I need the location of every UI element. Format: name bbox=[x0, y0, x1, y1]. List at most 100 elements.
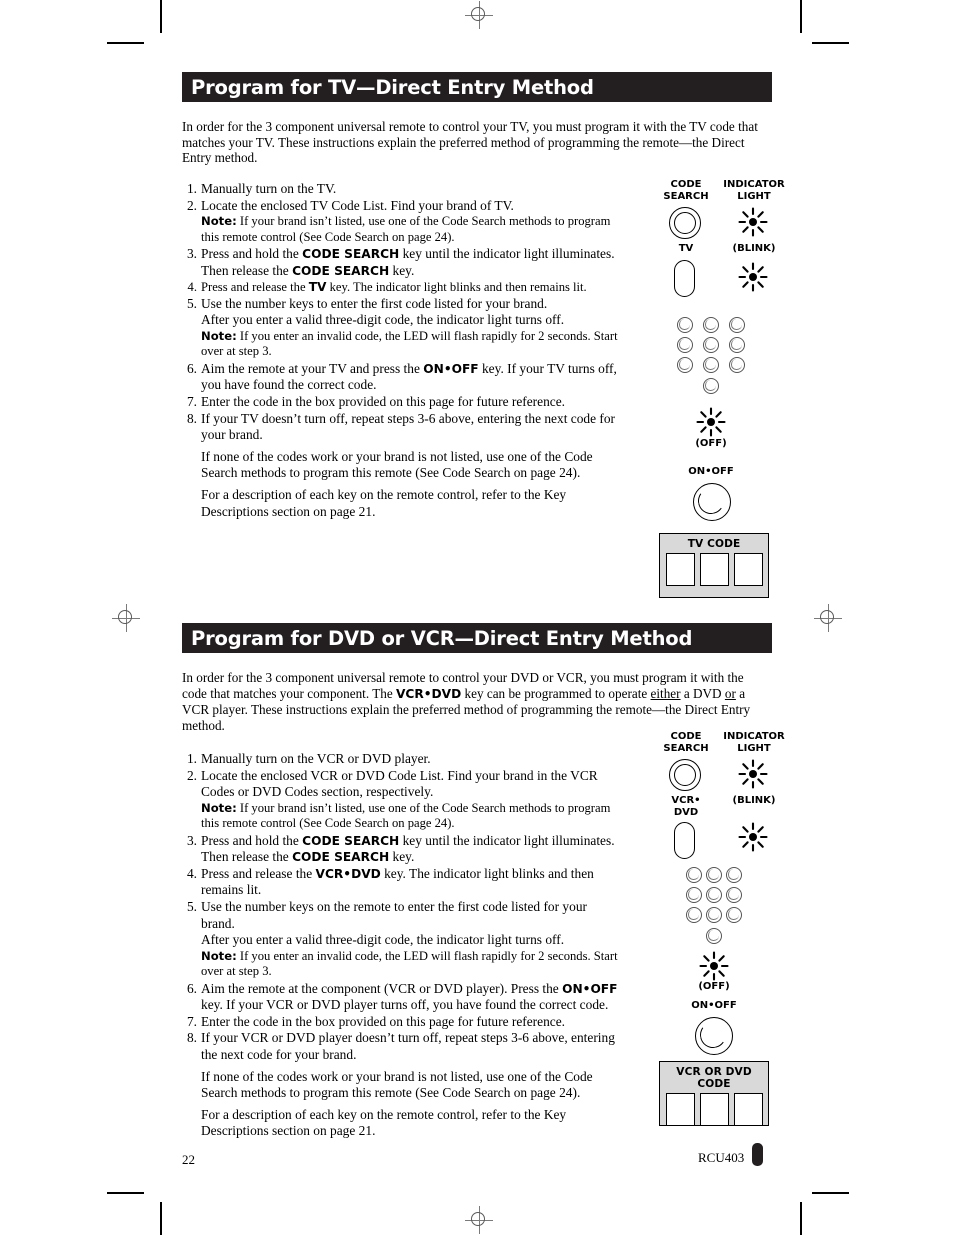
step-item: 5. Use the number keys on the remote to … bbox=[182, 899, 622, 932]
section-header-dvd: Program for DVD or VCR—Direct Entry Meth… bbox=[182, 623, 772, 653]
note-label: Note: bbox=[201, 948, 237, 963]
number-key-zero[interactable] bbox=[706, 928, 722, 944]
step-number: 4. bbox=[187, 280, 197, 295]
code-search-label: CODE SEARCH bbox=[663, 731, 709, 754]
model-number: RCU403 bbox=[698, 1150, 745, 1165]
step-note: Note: If you enter an invalid code, the … bbox=[182, 949, 622, 980]
key-name-vcr-dvd: VCR•DVD bbox=[315, 866, 381, 881]
off-label: (OFF) bbox=[695, 438, 727, 449]
code-digit-cell[interactable] bbox=[699, 1093, 729, 1126]
tv-key[interactable] bbox=[674, 260, 695, 297]
code-digit-cell[interactable] bbox=[665, 553, 695, 586]
step-text: If your TV doesn’t turn off, repeat step… bbox=[201, 410, 615, 443]
page-number: 22 bbox=[182, 1152, 195, 1167]
code-digit-cell[interactable] bbox=[733, 1093, 763, 1126]
number-key[interactable] bbox=[706, 867, 722, 883]
emphasis-either: either bbox=[650, 685, 681, 701]
on-off-key[interactable] bbox=[693, 483, 731, 521]
step-text: Press and release the TV key. The indica… bbox=[201, 280, 587, 295]
number-key[interactable] bbox=[686, 887, 702, 903]
step-item: 4. Press and release the VCR•DVD key. Th… bbox=[182, 866, 622, 899]
step-item: 5. Use the number keys to enter the firs… bbox=[182, 296, 622, 313]
step-item: 1. Manually turn on the TV. bbox=[182, 181, 622, 198]
step-item: 8. If your TV doesn’t turn off, repeat s… bbox=[182, 411, 622, 444]
device-key-label-tv: TV bbox=[678, 243, 694, 254]
off-label: (OFF) bbox=[698, 981, 730, 992]
tv-code-box: TV CODE bbox=[659, 533, 769, 598]
step-text: Press and release the VCR•DVD key. The i… bbox=[201, 865, 594, 898]
number-key[interactable] bbox=[726, 907, 742, 923]
step-text: Locate the enclosed TV Code List. Find y… bbox=[201, 197, 514, 213]
remote-diagram-dvd: CODE SEARCH INDICATOR LIGHT VCR• DVD (BLINK… bbox=[645, 727, 790, 1057]
number-key[interactable] bbox=[703, 357, 719, 373]
on-off-key[interactable] bbox=[695, 1017, 733, 1055]
step-text: Aim the remote at the component (VCR or … bbox=[201, 980, 618, 1013]
note-text: If your brand isn’t listed, use one of t… bbox=[201, 800, 611, 831]
tv-code-cells bbox=[660, 553, 768, 586]
number-key[interactable] bbox=[677, 357, 693, 373]
step-number: 8. bbox=[186, 1030, 197, 1046]
step-text: Enter the code in the box provided on th… bbox=[201, 1013, 566, 1029]
number-key-zero[interactable] bbox=[703, 378, 719, 394]
code-digit-cell[interactable] bbox=[665, 1093, 695, 1126]
intro-paragraph-tv: In order for the 3 component universal r… bbox=[182, 119, 758, 166]
step-note: Note: If you enter an invalid code, the … bbox=[182, 329, 622, 360]
section-header-tv-label: Program for TV—Direct Entry Method bbox=[191, 75, 594, 99]
indicator-light-icon bbox=[738, 759, 768, 789]
step-text: Use the number keys to enter the first c… bbox=[201, 295, 548, 311]
blink-label: (BLINK) bbox=[732, 243, 776, 254]
step-item: 3. Press and hold the CODE SEARCH key un… bbox=[182, 833, 622, 866]
key-name-on-off: ON•OFF bbox=[423, 361, 479, 376]
vcr-dvd-code-box-title: VCR OR DVD CODE bbox=[676, 1066, 752, 1090]
number-key[interactable] bbox=[703, 317, 719, 333]
number-key[interactable] bbox=[729, 357, 745, 373]
key-name-code-search: CODE SEARCH bbox=[302, 833, 400, 848]
step-number: 1. bbox=[186, 751, 197, 766]
step-text: Press and hold the CODE SEARCH key until… bbox=[201, 832, 615, 865]
on-off-label: ON•OFF bbox=[691, 1000, 737, 1011]
number-key[interactable] bbox=[703, 337, 719, 353]
step-item: 2. Locate the enclosed TV Code List. Fin… bbox=[182, 198, 622, 215]
number-key[interactable] bbox=[706, 907, 722, 923]
step-number: 7. bbox=[186, 393, 197, 409]
step-number: 2. bbox=[186, 767, 197, 783]
step-text: Press and hold the CODE SEARCH key until… bbox=[201, 246, 615, 278]
number-key[interactable] bbox=[726, 867, 742, 883]
indicator-light-label: INDICATOR LIGHT bbox=[723, 731, 785, 754]
step-item: 6. Aim the remote at the component (VCR … bbox=[182, 981, 622, 1014]
step-continuation: If none of the codes work or your brand … bbox=[201, 1068, 593, 1101]
step-text: Use the number keys on the remote to ent… bbox=[201, 898, 587, 931]
key-name-vcr-dvd: VCR•DVD bbox=[396, 686, 462, 701]
blink-label: (BLINK) bbox=[732, 795, 776, 806]
number-key[interactable] bbox=[677, 337, 693, 353]
number-key[interactable] bbox=[726, 887, 742, 903]
step-number: 6. bbox=[186, 980, 197, 996]
number-key[interactable] bbox=[706, 887, 722, 903]
note-label: Note: bbox=[201, 328, 237, 343]
step-text: Enter the code in the box provided on th… bbox=[201, 393, 566, 409]
step-item: 6. Aim the remote at your TV and press t… bbox=[182, 361, 622, 394]
note-label: Note: bbox=[201, 214, 237, 229]
number-key[interactable] bbox=[729, 317, 745, 333]
number-key[interactable] bbox=[729, 337, 745, 353]
steps-list-dvd: 1. Manually turn on the VCR or DVD playe… bbox=[182, 751, 622, 1140]
code-digit-cell[interactable] bbox=[699, 553, 729, 586]
number-key[interactable] bbox=[686, 867, 702, 883]
vcr-dvd-code-cells bbox=[660, 1093, 768, 1126]
emphasis-or: or bbox=[724, 685, 736, 701]
number-key[interactable] bbox=[686, 907, 702, 923]
device-key-label-vcr-dvd: VCR• DVD bbox=[671, 795, 701, 818]
code-search-label: CODE SEARCH bbox=[663, 179, 709, 202]
key-name-code-search: CODE SEARCH bbox=[292, 850, 390, 865]
step-item: 7. Enter the code in the box provided on… bbox=[182, 1014, 622, 1031]
section-header-dvd-label: Program for DVD or VCR—Direct Entry Meth… bbox=[191, 626, 693, 650]
note-text: If you enter an invalid code, the LED wi… bbox=[201, 948, 618, 979]
vcr-dvd-key[interactable] bbox=[674, 822, 695, 859]
code-digit-cell[interactable] bbox=[733, 553, 763, 586]
step-number: 1. bbox=[186, 181, 197, 196]
on-off-label: ON•OFF bbox=[688, 466, 734, 477]
step-text: Aim the remote at your TV and press the … bbox=[201, 360, 617, 393]
number-key[interactable] bbox=[677, 317, 693, 333]
code-search-key[interactable] bbox=[669, 759, 701, 791]
code-search-key[interactable] bbox=[669, 207, 701, 239]
